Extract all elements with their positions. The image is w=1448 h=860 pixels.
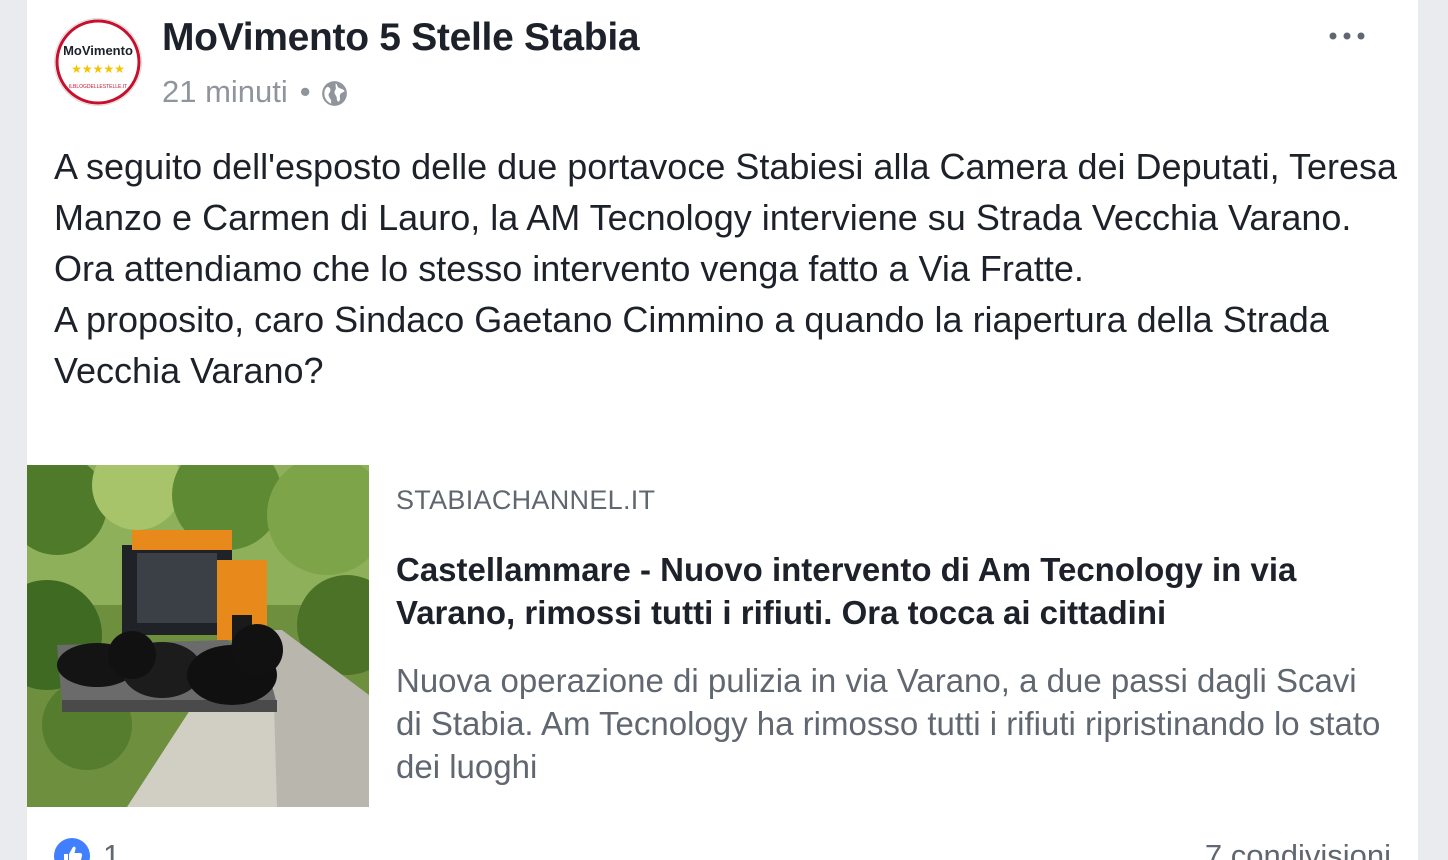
more-horizontal-icon[interactable] <box>1328 26 1366 46</box>
thumbs-up-icon[interactable] <box>54 838 90 860</box>
like-count[interactable]: 1 <box>103 838 120 860</box>
link-preview-card[interactable]: STABIACHANNEL.IT Castellammare - Nuovo i… <box>27 465 1418 807</box>
page-avatar[interactable]: MoVimento ★★★★★ ILBLOGDELLESTELLE.IT <box>54 18 142 106</box>
page-name-link[interactable]: MoVimento 5 Stelle Stabia <box>162 16 640 60</box>
logo-stars: ★★★★★ <box>71 62 125 76</box>
post-card: MoVimento ★★★★★ ILBLOGDELLESTELLE.IT MoV… <box>27 0 1418 860</box>
reactions-bar: 1 7 condivisioni <box>27 828 1418 860</box>
link-title[interactable]: Castellammare - Nuovo intervento di Am T… <box>396 548 1386 634</box>
logo-wordmark: MoVimento <box>63 43 133 58</box>
link-description: Nuova operazione di pulizia in via Varan… <box>396 662 1381 785</box>
post-paragraph: A seguito dell'esposto delle due portavo… <box>54 146 1398 289</box>
shares-count[interactable]: 7 condivisioni <box>1205 838 1391 860</box>
post-meta: 21 minuti • <box>162 74 348 110</box>
link-thumbnail-image[interactable] <box>27 465 369 807</box>
post-paragraph: A proposito, caro Sindaco Gaetano Cimmin… <box>54 299 1329 391</box>
post-body: A seguito dell'esposto delle due portavo… <box>54 141 1404 396</box>
movimento-logo: MoVimento ★★★★★ ILBLOGDELLESTELLE.IT <box>55 19 141 105</box>
meta-separator: • <box>299 74 311 109</box>
link-domain: STABIACHANNEL.IT <box>396 485 656 515</box>
globe-icon <box>321 79 348 106</box>
logo-subtext: ILBLOGDELLESTELLE.IT <box>69 84 127 90</box>
post-timestamp[interactable]: 21 minuti <box>162 74 288 110</box>
